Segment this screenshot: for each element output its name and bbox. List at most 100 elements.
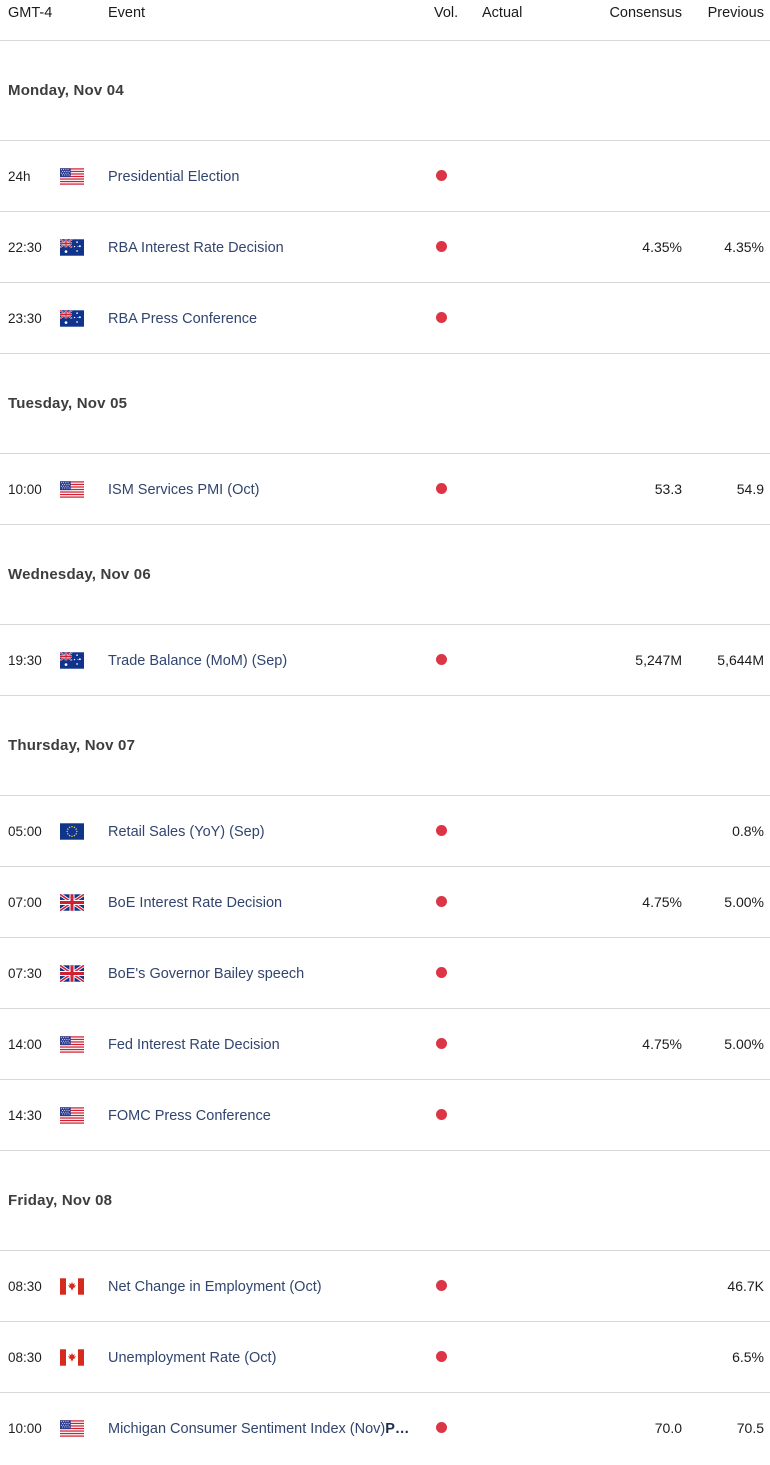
- volatility-cell: [434, 894, 482, 910]
- event-name-link[interactable]: Trade Balance (MoM) (Sep): [108, 653, 287, 669]
- event-previous-value: 5.00%: [724, 1036, 764, 1052]
- header-timezone: GMT-4: [8, 5, 53, 21]
- event-row[interactable]: 07:00 BoE Interest Rate Decision 4.75% 5.00…: [0, 866, 770, 937]
- event-time: 10:00: [8, 1420, 42, 1436]
- event-row[interactable]: 07:30 BoE's Governor Bailey speech: [0, 937, 770, 1008]
- flag-icon-gb: [60, 893, 108, 911]
- event-previous-value: 70.5: [736, 1420, 764, 1436]
- event-consensus-value: 4.35%: [642, 239, 682, 255]
- flag-icon-au: [60, 651, 108, 669]
- event-name-link[interactable]: Michigan Consumer Sentiment Index (Nov)P…: [108, 1421, 409, 1437]
- event-row[interactable]: 10:00 ISM Services PMI (Oct) 53.3 54.9: [0, 453, 770, 524]
- event-previous-value: 6.5%: [732, 1349, 764, 1365]
- event-name-text: BoE Interest Rate Decision: [108, 894, 283, 911]
- flag-icon-ca: [60, 1348, 108, 1366]
- event-name-text: RBA Interest Rate Decision: [108, 239, 284, 256]
- event-name-link[interactable]: Unemployment Rate (Oct): [108, 1350, 276, 1366]
- event-name-link[interactable]: ISM Services PMI (Oct): [108, 482, 259, 498]
- event-name-link[interactable]: Presidential Election: [108, 169, 239, 185]
- calendar-rows: Monday, Nov 04 24h Presidential Election 22…: [0, 40, 770, 1463]
- event-row[interactable]: 14:00 Fed Interest Rate Decision 4.75% 5.00…: [0, 1008, 770, 1079]
- event-name-text: Michigan Consumer Sentiment Index (Nov): [108, 1420, 386, 1437]
- volatility-cell: [434, 239, 482, 255]
- event-previous-value: 4.35%: [724, 239, 764, 255]
- event-name-cell: BoE Interest Rate Decision: [108, 893, 434, 911]
- volatility-cell: [434, 1107, 482, 1123]
- event-previous-value: 54.9: [736, 481, 764, 497]
- event-time: 07:00: [8, 894, 42, 910]
- volatility-dot-icon: [436, 483, 447, 494]
- flag-icon-eu: [60, 822, 108, 840]
- day-header-row: Friday, Nov 08: [0, 1150, 770, 1250]
- event-name-link[interactable]: BoE's Governor Bailey speech: [108, 966, 304, 982]
- event-time: 08:30: [8, 1349, 42, 1365]
- event-consensus-value: 4.75%: [642, 894, 682, 910]
- event-row[interactable]: 22:30 RBA Interest Rate Decision 4.35% 4.35…: [0, 211, 770, 282]
- day-header-label: Tuesday, Nov 05: [8, 395, 128, 412]
- event-name-cell: Michigan Consumer Sentiment Index (Nov)P…: [108, 1419, 434, 1437]
- event-row[interactable]: 10:00 Michigan Consumer Sentiment Index (…: [0, 1392, 770, 1463]
- event-consensus-value: 53.3: [654, 481, 682, 497]
- event-name-text: ISM Services PMI (Oct): [108, 481, 260, 498]
- event-row[interactable]: 08:30 Unemployment Rate (Oct) 6.5%: [0, 1321, 770, 1392]
- event-name-text: Unemployment Rate (Oct): [108, 1349, 277, 1366]
- event-previous-value: 46.7K: [727, 1278, 764, 1294]
- event-name-text: RBA Press Conference: [108, 310, 258, 327]
- volatility-cell: [434, 168, 482, 184]
- event-consensus-value: 5,247M: [635, 652, 682, 668]
- volatility-cell: [434, 481, 482, 497]
- event-name-cell: ISM Services PMI (Oct): [108, 480, 434, 498]
- volatility-cell: [434, 310, 482, 326]
- event-time: 24h: [8, 168, 31, 184]
- volatility-dot-icon: [436, 1280, 447, 1291]
- event-name-link[interactable]: FOMC Press Conference: [108, 1108, 271, 1124]
- volatility-cell: [434, 1420, 482, 1436]
- event-row[interactable]: 08:30 Net Change in Employment (Oct) 46.7K: [0, 1250, 770, 1321]
- event-name-cell: Retail Sales (YoY) (Sep): [108, 822, 434, 840]
- volatility-dot-icon: [436, 825, 447, 836]
- header-volatility: Vol.: [434, 5, 459, 21]
- event-name-link[interactable]: Retail Sales (YoY) (Sep): [108, 824, 265, 840]
- economic-calendar: GMT-4 Event Vol. Actual Consensus Previo…: [0, 0, 770, 1465]
- flag-icon-us: [60, 167, 108, 185]
- day-header-row: Tuesday, Nov 05: [0, 353, 770, 453]
- event-consensus-value: 4.75%: [642, 1036, 682, 1052]
- event-previous-value: 5,644M: [717, 652, 764, 668]
- event-name-cell: RBA Press Conference: [108, 309, 434, 327]
- event-row[interactable]: 23:30 RBA Press Conference: [0, 282, 770, 353]
- event-name-link[interactable]: RBA Interest Rate Decision: [108, 240, 284, 256]
- event-row[interactable]: 19:30 Trade Balance (MoM) (Sep) 5,247M 5,64…: [0, 624, 770, 695]
- flag-icon-us: [60, 1106, 108, 1124]
- event-name-link[interactable]: BoE Interest Rate Decision: [108, 895, 282, 911]
- event-row[interactable]: 14:30 FOMC Press Conference: [0, 1079, 770, 1150]
- flag-icon-us: [60, 1035, 108, 1053]
- volatility-dot-icon: [436, 1109, 447, 1120]
- flag-icon-au: [60, 309, 108, 327]
- header-previous: Previous: [707, 5, 764, 21]
- event-time: 07:30: [8, 965, 42, 981]
- event-name-cell: RBA Interest Rate Decision: [108, 238, 434, 256]
- event-time: 23:30: [8, 310, 42, 326]
- event-time: 14:30: [8, 1107, 42, 1123]
- event-time: 19:30: [8, 652, 42, 668]
- header-consensus: Consensus: [609, 5, 682, 21]
- event-time: 08:30: [8, 1278, 42, 1294]
- day-header-label: Thursday, Nov 07: [8, 737, 136, 754]
- day-header-label: Wednesday, Nov 06: [8, 566, 151, 583]
- event-row[interactable]: 05:00 Retail Sales (YoY) (Sep) 0.8%: [0, 795, 770, 866]
- flag-icon-gb: [60, 964, 108, 982]
- flag-icon-au: [60, 238, 108, 256]
- day-header-row: Thursday, Nov 07: [0, 695, 770, 795]
- event-time: 14:00: [8, 1036, 42, 1052]
- volatility-dot-icon: [436, 1422, 447, 1433]
- day-header-row: Wednesday, Nov 06: [0, 524, 770, 624]
- event-row[interactable]: 24h Presidential Election: [0, 140, 770, 211]
- event-name-link[interactable]: Net Change in Employment (Oct): [108, 1279, 322, 1295]
- event-name-link[interactable]: Fed Interest Rate Decision: [108, 1037, 280, 1053]
- event-name-link[interactable]: RBA Press Conference: [108, 311, 257, 327]
- header-event: Event: [108, 5, 146, 21]
- event-preliminary-tag: P…: [385, 1420, 410, 1437]
- event-name-text: Trade Balance (MoM) (Sep): [108, 652, 288, 669]
- event-name-text: Retail Sales (YoY) (Sep): [108, 823, 265, 840]
- event-name-cell: Unemployment Rate (Oct): [108, 1348, 434, 1366]
